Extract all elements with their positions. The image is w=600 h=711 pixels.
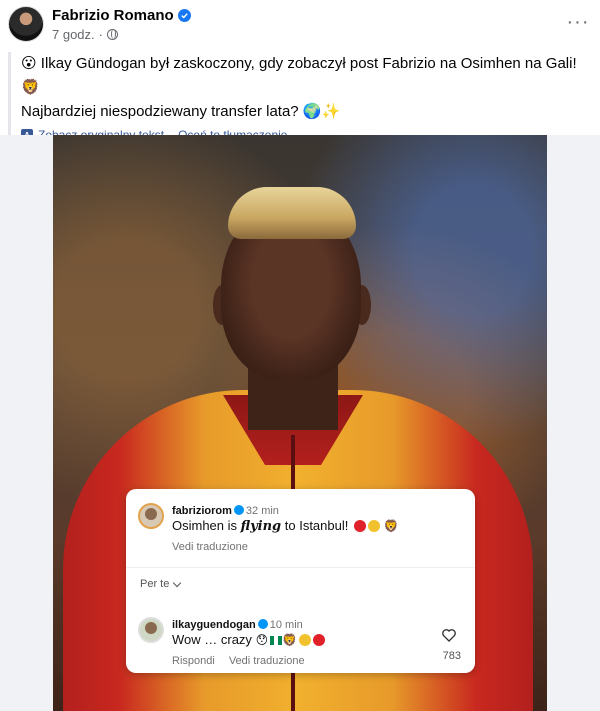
comment-1-text-prefix: Osimhen is	[172, 518, 241, 533]
chevron-down-icon	[173, 578, 182, 587]
author-name-row: Fabrizio Romano	[52, 7, 191, 24]
comment-1-header: fabriziorom 32 min	[172, 501, 279, 519]
comment-1-text-suffix: to Istanbul!	[281, 518, 349, 533]
comment-1-text-emphasis: flying	[240, 519, 282, 534]
verified-badge-icon	[177, 9, 191, 22]
comment-2-username: ilkayguendogan	[172, 619, 256, 631]
comment-1-translate-link[interactable]: Vedi traduzione	[172, 541, 248, 553]
ig-verified-icon	[257, 619, 268, 629]
red-circle-icon	[353, 520, 366, 532]
like-count: 783	[442, 650, 461, 662]
author-name[interactable]: Fabrizio Romano	[52, 7, 174, 24]
comment-filter-dropdown[interactable]: Per te	[140, 578, 182, 590]
commenter-avatar	[138, 617, 164, 643]
ig-verified-icon	[233, 505, 244, 515]
comment-2-header: ilkayguendogan 10 min	[172, 615, 303, 633]
post-text-line-1: 😮 Ilkay Gündogan był zaskoczony, gdy zob…	[21, 55, 577, 96]
player-hair	[228, 187, 356, 239]
comment-filter-label: Per te	[140, 578, 170, 590]
comment-1-time: 32 min	[245, 505, 279, 517]
comment-1-text: Osimhen is flying to Istanbul! 🦁	[172, 518, 399, 534]
heart-icon[interactable]	[441, 627, 457, 643]
comment-2-text-body: Wow … crazy	[172, 632, 252, 647]
instagram-comments-overlay: fabriziorom 32 min Osimhen is flying to I…	[126, 489, 475, 673]
globe-icon	[107, 29, 118, 40]
yellow-circle-icon	[367, 520, 380, 532]
astonished-emoji-icon: 😯	[255, 633, 269, 647]
author-avatar[interactable]	[8, 6, 44, 42]
comment-2-time: 10 min	[269, 619, 303, 631]
nigeria-flag-icon	[270, 636, 283, 645]
yellow-circle-icon	[299, 634, 312, 646]
post-meta: 7 godz. ·	[52, 27, 118, 42]
divider	[126, 567, 475, 568]
comment-2-actions: Rispondi Vedi traduzione	[172, 655, 305, 667]
meta-separator: ·	[98, 27, 103, 42]
post-header: Fabrizio Romano 7 godz. · ···	[8, 6, 592, 46]
facebook-post: Fabrizio Romano 7 godz. · ··· 😮 Ilkay Gü…	[0, 0, 600, 711]
post-time[interactable]: 7 godz.	[52, 27, 95, 42]
comment-2-text: Wow … crazy 😯 🦁	[172, 632, 326, 647]
post-text-line-2: Najbardziej niespodziewany transfer lata…	[21, 103, 341, 120]
lion-emoji-icon: 🦁	[379, 519, 399, 533]
post-text: 😮 Ilkay Gündogan był zaskoczony, gdy zob…	[8, 52, 592, 142]
comment-2-translate-link[interactable]: Vedi traduzione	[229, 655, 305, 667]
comment-1-username: fabriziorom	[172, 505, 232, 517]
lion-emoji-icon: 🦁	[282, 633, 298, 647]
more-options-button[interactable]: ···	[567, 12, 589, 32]
reply-link[interactable]: Rispondi	[172, 655, 215, 667]
commenter-avatar	[138, 503, 164, 529]
red-circle-icon	[313, 634, 326, 646]
